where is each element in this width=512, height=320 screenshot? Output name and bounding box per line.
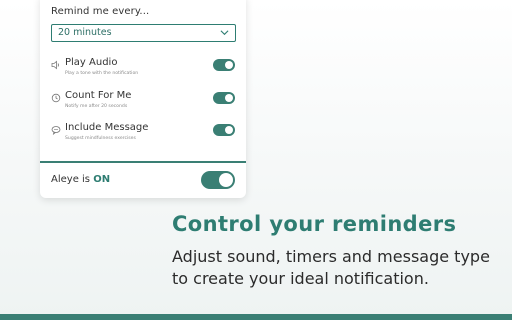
option-subtitle: Suggest mindfulness exercises <box>65 136 136 141</box>
option-title: Play Audio <box>65 57 118 68</box>
include-message-toggle[interactable] <box>213 124 235 136</box>
master-toggle[interactable] <box>201 171 235 189</box>
status-prefix: Aleye is <box>51 174 91 185</box>
remind-label: Remind me every... <box>51 6 150 17</box>
interval-select-value: 20 minutes <box>58 27 112 38</box>
chevron-down-icon <box>220 30 229 36</box>
clock-icon <box>51 93 61 103</box>
option-subtitle: Play a tone with the notification <box>65 71 139 76</box>
toggle-knob <box>225 94 233 102</box>
option-include-message: Include Message Suggest mindfulness exer… <box>51 122 235 152</box>
interval-select[interactable]: 20 minutes <box>51 24 236 42</box>
play-audio-toggle[interactable] <box>213 59 235 71</box>
toggle-knob <box>225 61 233 69</box>
option-play-audio: Play Audio Play a tone with the notifica… <box>51 57 235 87</box>
promo-body: Adjust sound, timers and message type to… <box>172 247 490 288</box>
option-title: Include Message <box>65 122 149 133</box>
status-text: Aleye is ON <box>51 174 110 185</box>
message-icon <box>51 126 61 135</box>
bottom-accent-bar <box>0 314 512 320</box>
settings-card: Remind me every... 20 minutes Play Audio… <box>40 0 246 198</box>
speaker-icon <box>51 60 59 70</box>
option-count-for-me: Count For Me Notify me after 20 seconds <box>51 90 235 120</box>
option-title: Count For Me <box>65 90 132 101</box>
option-subtitle: Notify me after 20 seconds <box>65 104 128 109</box>
toggle-knob <box>219 173 233 187</box>
status-value: ON <box>93 174 111 185</box>
promo-headline: Control your reminders <box>172 212 457 236</box>
divider <box>40 161 246 163</box>
toggle-knob <box>225 126 233 134</box>
count-for-me-toggle[interactable] <box>213 92 235 104</box>
